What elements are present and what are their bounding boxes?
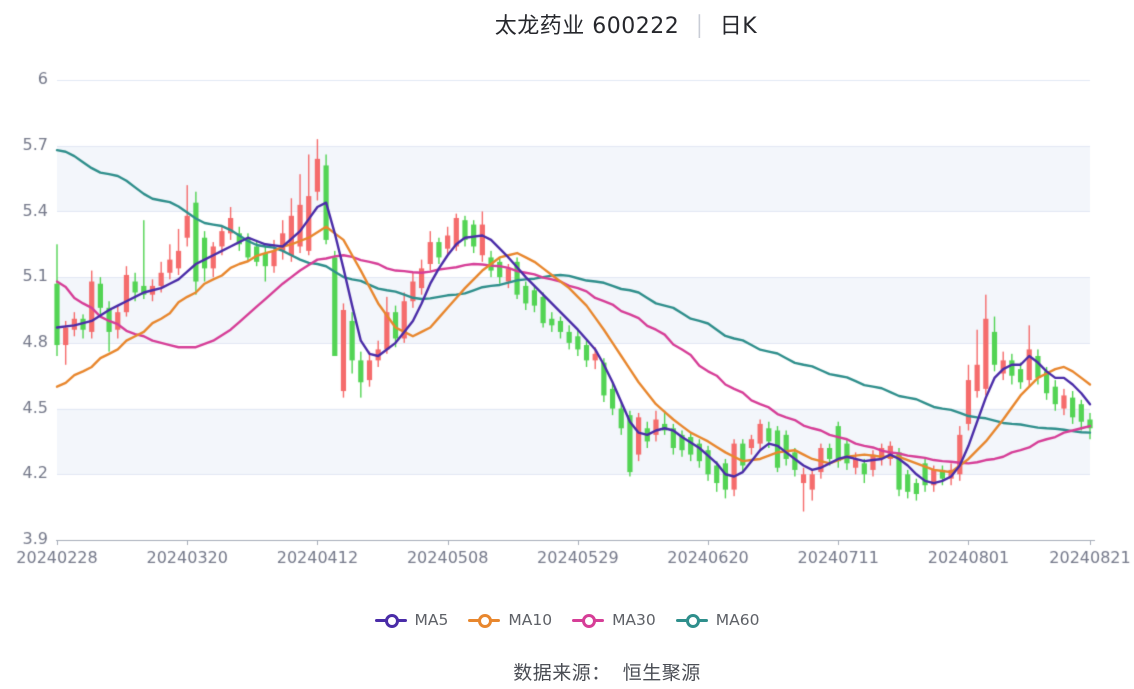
legend-item-ma5[interactable]: MA5 [374,611,449,629]
ma60-line-marker-icon [675,613,708,628]
ma10-line-marker-icon [468,613,501,628]
ma-legend: MA5 MA10 MA30 MA60 [0,607,1134,633]
data-source-note: 数据来源： 恒生聚源 [40,658,1134,685]
kline-chart-page: 太龙药业 600222│日K MA5 MA10 MA30 MA60 数据来源：恒… [0,0,1134,689]
ma5-line-marker-icon [374,613,407,628]
legend-item-ma30[interactable]: MA30 [572,611,656,629]
legend-label-ma60: MA60 [715,611,760,629]
legend-label-ma10: MA10 [508,611,553,629]
legend-label-ma30: MA30 [612,611,656,629]
data-source-label: 数据来源： [513,662,611,684]
legend-item-ma10[interactable]: MA10 [468,611,552,629]
legend-item-ma60[interactable]: MA60 [675,611,760,629]
ma30-line-marker-icon [572,613,605,628]
legend-label-ma5: MA5 [414,611,449,629]
data-source-name: 恒生聚源 [622,662,701,684]
candlestick-chart-canvas[interactable] [0,0,1134,600]
